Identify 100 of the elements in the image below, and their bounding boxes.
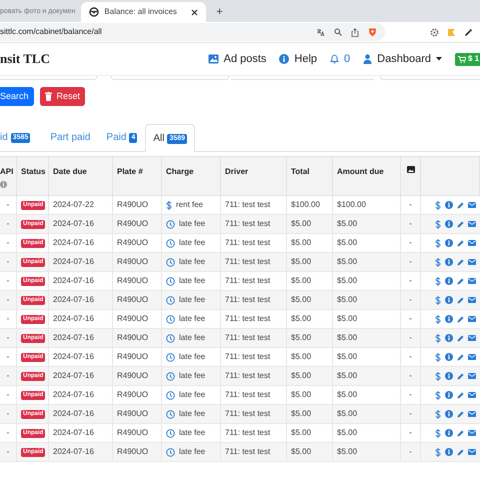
pencil-icon[interactable]: [457, 372, 464, 380]
table-cell: 711: test test: [225, 275, 270, 287]
clock-icon: [166, 390, 175, 400]
clock-icon: [166, 372, 175, 380]
envelope-icon[interactable]: [468, 297, 476, 303]
search-button[interactable]: Search: [0, 87, 34, 106]
dollar-icon[interactable]: [435, 410, 441, 418]
info-icon[interactable]: [445, 258, 453, 266]
dollar-icon[interactable]: [435, 238, 441, 248]
eyedropper-icon[interactable]: [464, 28, 473, 36]
dollar-icon[interactable]: [435, 200, 441, 210]
dollar-icon[interactable]: [435, 258, 441, 266]
table-cell: $5.00: [291, 446, 312, 458]
nav-link[interactable]: Ad posts: [208, 50, 266, 68]
pencil-icon[interactable]: [457, 410, 464, 418]
table-cell: -: [409, 446, 412, 458]
pencil-icon[interactable]: [457, 334, 464, 342]
envelope-icon[interactable]: [468, 316, 476, 322]
notifications-link[interactable]: 0: [330, 50, 350, 68]
pencil-icon[interactable]: [457, 202, 464, 208]
pencil-icon[interactable]: [457, 240, 464, 246]
envelope-icon[interactable]: [468, 430, 476, 436]
table-cell: 2024-07-16: [53, 275, 94, 287]
info-icon[interactable]: [445, 315, 453, 323]
envelope-icon[interactable]: [468, 221, 476, 227]
info-icon[interactable]: [445, 201, 453, 209]
table-cell: $100.00: [291, 199, 320, 211]
zoom-icon: [334, 28, 342, 36]
nav-link[interactable]: Dashboard: [363, 50, 442, 68]
clock-icon: [166, 428, 175, 438]
table-cell: 2024-07-16: [53, 446, 94, 458]
bell-icon: [330, 54, 340, 64]
envelope-icon[interactable]: [468, 411, 476, 417]
info-icon[interactable]: [445, 391, 453, 399]
dollar-icon[interactable]: [435, 276, 441, 286]
browser-tab[interactable]: Balance: all invoices: [81, 2, 206, 22]
dollar-icon[interactable]: [435, 448, 441, 456]
pencil-icon[interactable]: [457, 316, 464, 322]
dollar-icon[interactable]: [435, 296, 441, 304]
table-cell: -: [6, 446, 10, 458]
pencil-icon[interactable]: [457, 278, 464, 284]
envelope-icon[interactable]: [468, 373, 476, 379]
table-cell: $100.00: [337, 199, 366, 211]
table-cell: -: [6, 199, 10, 211]
pencil-icon[interactable]: [457, 354, 464, 360]
filter-field[interactable]: [380, 76, 480, 80]
table-cell: -: [6, 294, 10, 306]
table-cell: $5.00: [337, 313, 358, 325]
envelope-icon[interactable]: [468, 278, 476, 284]
info-icon[interactable]: [445, 296, 453, 304]
info-icon[interactable]: [445, 353, 453, 361]
envelope-icon[interactable]: [468, 240, 476, 246]
envelope-icon[interactable]: [468, 392, 476, 398]
new-tab-button[interactable]: +: [216, 2, 223, 22]
dollar-icon[interactable]: [435, 314, 441, 324]
pencil-icon[interactable]: [457, 430, 464, 436]
column-header: Status: [21, 166, 44, 178]
table-cell: 2024-07-16: [53, 256, 94, 268]
table-cell: 2024-07-16: [53, 294, 94, 306]
filter-field[interactable]: [0, 76, 97, 80]
envelope-icon[interactable]: [468, 354, 476, 360]
dollar-icon[interactable]: [435, 220, 441, 228]
dollar-icon[interactable]: [435, 334, 441, 342]
pencil-icon[interactable]: [457, 448, 464, 456]
pencil-icon[interactable]: [457, 220, 464, 228]
info-icon[interactable]: [445, 334, 453, 342]
envelope-icon[interactable]: [468, 335, 476, 341]
reset-button[interactable]: Reset: [40, 87, 86, 106]
info-icon[interactable]: [445, 429, 453, 437]
table-cell: 2024-07-16: [53, 313, 94, 325]
dollar-icon[interactable]: [435, 372, 441, 380]
table-cell: 2024-07-16: [53, 237, 94, 249]
dollar-icon[interactable]: [435, 352, 441, 362]
envelope-icon[interactable]: [468, 449, 476, 455]
info-icon: [279, 54, 290, 64]
table-cell: -: [409, 351, 412, 363]
info-icon[interactable]: [445, 372, 453, 380]
table-cell: R490UO: [117, 446, 148, 458]
info-icon[interactable]: [445, 277, 453, 285]
filter-tab[interactable]: Part paid: [42, 124, 98, 151]
dollar-icon[interactable]: [435, 428, 441, 438]
info-icon[interactable]: [445, 220, 453, 228]
table-cell: -: [6, 275, 10, 287]
pencil-icon[interactable]: [457, 392, 464, 398]
dollar-icon[interactable]: [435, 390, 441, 400]
envelope-icon[interactable]: [468, 259, 476, 265]
info-icon[interactable]: [445, 448, 453, 456]
filter-field[interactable]: [111, 76, 229, 80]
info-icon[interactable]: [445, 239, 453, 247]
table-cell: $5.00: [337, 408, 358, 420]
brand-logo[interactable]: nsit TLC: [0, 49, 50, 69]
info-icon[interactable]: [445, 410, 453, 418]
filter-field[interactable]: [231, 76, 374, 80]
table-cell: $5.00: [337, 294, 358, 306]
envelope-icon[interactable]: [468, 202, 476, 208]
nav-link[interactable]: Help: [279, 50, 318, 68]
pencil-icon[interactable]: [457, 296, 464, 304]
address-bar[interactable]: sittlc.com/cabinet/balance/all: [0, 23, 385, 41]
pencil-icon[interactable]: [457, 258, 464, 266]
clock-icon: [166, 334, 175, 342]
